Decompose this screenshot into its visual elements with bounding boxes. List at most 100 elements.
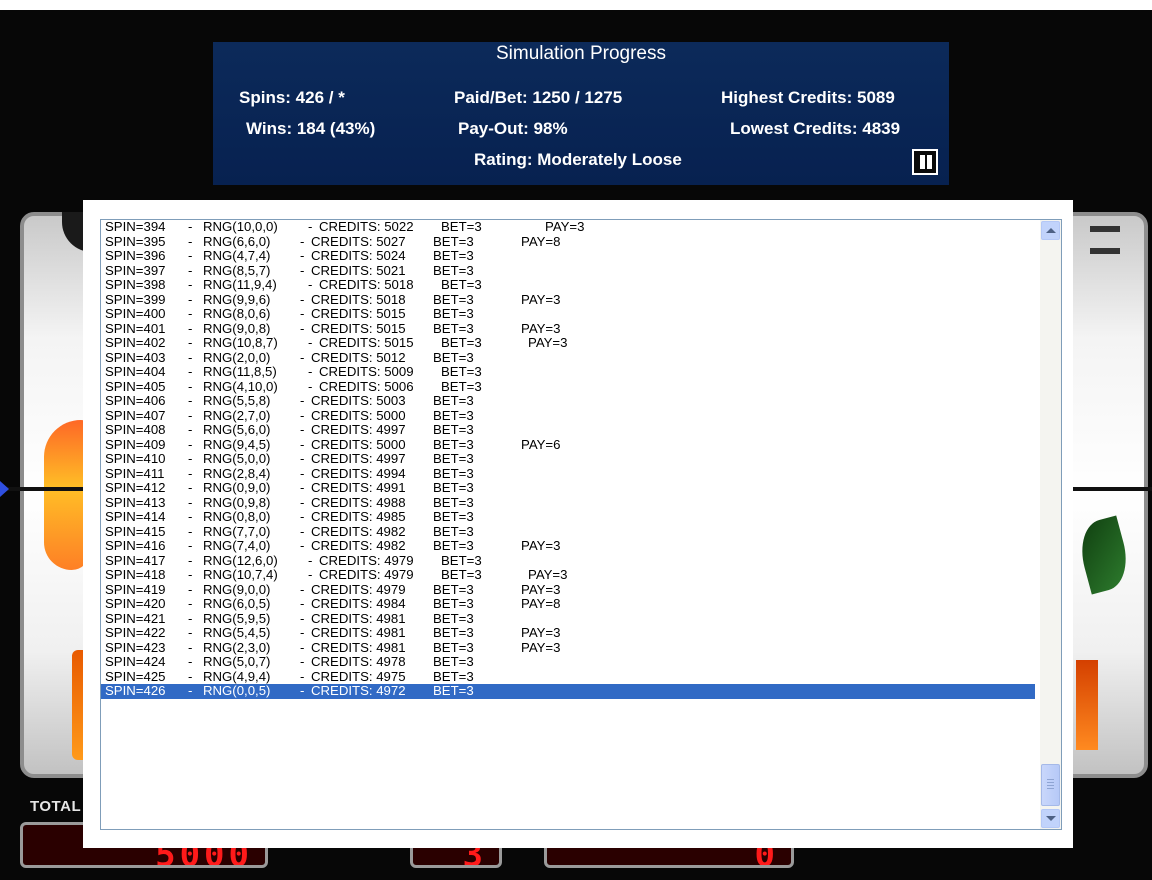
log-pay: PAY=3 bbox=[521, 581, 561, 597]
lowest-credits-stat: Lowest Credits: 4839 bbox=[730, 119, 901, 138]
log-separator: - bbox=[188, 451, 193, 466]
log-credits: CREDITS: 4982 bbox=[311, 523, 406, 539]
log-credits: CREDITS: 4978 bbox=[311, 654, 406, 669]
log-separator: - bbox=[300, 465, 305, 481]
log-rng: RNG(0,8,0) bbox=[203, 509, 271, 524]
spin-log-list[interactable]: SPIN=394- RNG(10,0,0) - CREDITS: 5022 BET=3 P… bbox=[100, 219, 1062, 830]
log-pay: PAY=3 bbox=[521, 291, 561, 307]
log-row[interactable]: SPIN=403- RNG(2,0,0) - CREDITS: 5012 BET=3 bbox=[101, 349, 1035, 366]
payline-arrow-icon bbox=[0, 481, 9, 497]
log-row[interactable]: SPIN=416- RNG(7,4,0) - CREDITS: 4982 BET=3 PA… bbox=[101, 538, 1035, 554]
log-rng: RNG(0,9,0) bbox=[203, 480, 271, 495]
log-separator: - bbox=[300, 581, 305, 597]
log-rng: RNG(10,8,7) bbox=[203, 335, 278, 350]
log-separator: - bbox=[188, 567, 193, 582]
log-bet: BET=3 bbox=[433, 480, 474, 495]
scroll-up-icon[interactable] bbox=[1041, 221, 1060, 240]
log-separator: - bbox=[300, 320, 305, 336]
log-row[interactable]: SPIN=413- RNG(0,9,8) - CREDITS: 4988 BET=3 bbox=[101, 494, 1035, 511]
scroll-down-icon[interactable] bbox=[1041, 809, 1060, 828]
log-row[interactable]: SPIN=398- RNG(11,9,4) - CREDITS: 5018 BET=3 bbox=[101, 277, 1035, 293]
log-spin: SPIN=397 bbox=[105, 262, 166, 278]
log-credits: CREDITS: 5018 bbox=[319, 277, 414, 292]
log-pay: PAY=8 bbox=[521, 596, 561, 611]
log-row[interactable]: SPIN=404- RNG(11,8,5) - CREDITS: 5009 BET=3 bbox=[101, 364, 1035, 380]
log-bet: BET=3 bbox=[433, 610, 474, 626]
log-row[interactable]: SPIN=426- RNG(0,0,5) - CREDITS: 4972 BET=3 bbox=[101, 683, 1035, 699]
log-row[interactable]: SPIN=407- RNG(2,7,0) - CREDITS: 5000 BET=3 bbox=[101, 407, 1035, 424]
log-credits: CREDITS: 5022 bbox=[319, 219, 414, 234]
log-row[interactable]: SPIN=395- RNG(6,6,0) - CREDITS: 5027 BET=3 PA… bbox=[101, 234, 1035, 250]
log-bet: BET=3 bbox=[433, 581, 474, 597]
log-separator: - bbox=[188, 654, 193, 669]
log-row[interactable]: SPIN=424- RNG(5,0,7) - CREDITS: 4978 BET=3 bbox=[101, 654, 1035, 670]
log-spin: SPIN=400 bbox=[105, 306, 166, 321]
log-rng: RNG(2,7,0) bbox=[203, 407, 271, 423]
log-rng: RNG(4,7,4) bbox=[203, 248, 271, 263]
log-row[interactable]: SPIN=396- RNG(4,7,4) - CREDITS: 5024 BET=3 bbox=[101, 248, 1035, 264]
log-row[interactable]: SPIN=418- RNG(10,7,4) - CREDITS: 4979 BET=3 P… bbox=[101, 567, 1035, 583]
log-row[interactable]: SPIN=405- RNG(4,10,0) - CREDITS: 5006 BET=3 bbox=[101, 379, 1035, 395]
log-row[interactable]: SPIN=411- RNG(2,8,4) - CREDITS: 4994 BET=3 bbox=[101, 465, 1035, 482]
log-separator: - bbox=[188, 581, 193, 597]
log-separator: - bbox=[188, 219, 193, 234]
log-rng: RNG(5,9,5) bbox=[203, 610, 271, 626]
bar-symbol-icon bbox=[1076, 660, 1098, 750]
log-separator: - bbox=[300, 596, 305, 611]
log-separator: - bbox=[300, 436, 305, 452]
log-row[interactable]: SPIN=423- RNG(2,3,0) - CREDITS: 4981 BET=3 PA… bbox=[101, 639, 1035, 656]
reel-symbol-top-right bbox=[1090, 226, 1120, 254]
log-rows: SPIN=394- RNG(10,0,0) - CREDITS: 5022 BET=3 P… bbox=[101, 220, 1035, 699]
log-row[interactable]: SPIN=401- RNG(9,0,8) - CREDITS: 5015 BET=3 PA… bbox=[101, 320, 1035, 337]
log-row[interactable]: SPIN=414- RNG(0,8,0) - CREDITS: 4985 BET=3 bbox=[101, 509, 1035, 525]
log-separator: - bbox=[188, 683, 193, 698]
log-separator: - bbox=[300, 683, 305, 698]
log-separator: - bbox=[300, 668, 305, 684]
log-separator: - bbox=[300, 509, 305, 524]
log-rng: RNG(0,0,5) bbox=[203, 683, 271, 698]
log-bet: BET=3 bbox=[441, 277, 482, 292]
log-row[interactable]: SPIN=406- RNG(5,5,8) - CREDITS: 5003 BET=3 bbox=[101, 393, 1035, 409]
log-bet: BET=3 bbox=[441, 335, 482, 350]
log-row[interactable]: SPIN=400- RNG(8,0,6) - CREDITS: 5015 BET=3 bbox=[101, 306, 1035, 322]
log-credits: CREDITS: 5012 bbox=[311, 349, 406, 365]
log-row[interactable]: SPIN=410- RNG(5,0,0) - CREDITS: 4997 BET=3 bbox=[101, 451, 1035, 467]
log-bet: BET=3 bbox=[433, 538, 474, 553]
log-credits: CREDITS: 5009 bbox=[319, 364, 414, 379]
log-row[interactable]: SPIN=422- RNG(5,4,5) - CREDITS: 4981 BET=3 PA… bbox=[101, 625, 1035, 641]
log-separator: - bbox=[300, 538, 305, 553]
log-credits: CREDITS: 4984 bbox=[311, 596, 406, 611]
scroll-thumb[interactable] bbox=[1041, 764, 1060, 806]
log-row[interactable]: SPIN=408- RNG(5,6,0) - CREDITS: 4997 BET=3 bbox=[101, 422, 1035, 438]
log-row[interactable]: SPIN=417- RNG(12,6,0) - CREDITS: 4979 BET=3 bbox=[101, 553, 1035, 569]
log-row[interactable]: SPIN=394- RNG(10,0,0) - CREDITS: 5022 BET=3 P… bbox=[101, 220, 1035, 235]
log-separator: - bbox=[188, 523, 193, 539]
log-row[interactable]: SPIN=402- RNG(10,8,7) - CREDITS: 5015 BET=3 P… bbox=[101, 335, 1035, 351]
log-credits: CREDITS: 4981 bbox=[311, 625, 406, 640]
log-separator: - bbox=[300, 625, 305, 640]
log-row[interactable]: SPIN=412- RNG(0,9,0) - CREDITS: 4991 BET=3 bbox=[101, 480, 1035, 496]
log-row[interactable]: SPIN=397- RNG(8,5,7) - CREDITS: 5021 BET=3 bbox=[101, 262, 1035, 279]
pause-button[interactable] bbox=[912, 149, 938, 175]
log-row[interactable]: SPIN=415- RNG(7,7,0) - CREDITS: 4982 BET=3 bbox=[101, 523, 1035, 540]
log-separator: - bbox=[308, 277, 313, 292]
log-row[interactable]: SPIN=419- RNG(9,0,0) - CREDITS: 4979 BET=3 PA… bbox=[101, 581, 1035, 598]
log-spin: SPIN=394 bbox=[105, 219, 166, 234]
log-row[interactable]: SPIN=409- RNG(9,4,5) - CREDITS: 5000 BET=3 PA… bbox=[101, 436, 1035, 453]
log-bet: BET=3 bbox=[441, 219, 482, 234]
log-row[interactable]: SPIN=421- RNG(5,9,5) - CREDITS: 4981 BET=3 bbox=[101, 610, 1035, 627]
log-row[interactable]: SPIN=399- RNG(9,9,6) - CREDITS: 5018 BET=3 PA… bbox=[101, 291, 1035, 308]
log-credits: CREDITS: 4981 bbox=[311, 639, 406, 655]
log-spin: SPIN=411 bbox=[105, 465, 165, 481]
log-row[interactable]: SPIN=425- RNG(4,9,4) - CREDITS: 4975 BET=3 bbox=[101, 668, 1035, 685]
log-separator: - bbox=[300, 494, 305, 510]
log-bet: BET=3 bbox=[433, 436, 474, 452]
log-bet: BET=3 bbox=[433, 262, 474, 278]
log-credits: CREDITS: 4979 bbox=[319, 567, 414, 582]
rating-stat: Rating: Moderately Loose bbox=[474, 150, 682, 169]
log-separator: - bbox=[300, 654, 305, 669]
log-row[interactable]: SPIN=420- RNG(6,0,5) - CREDITS: 4984 BET=3 PA… bbox=[101, 596, 1035, 612]
log-separator: - bbox=[300, 523, 305, 539]
log-scrollbar[interactable] bbox=[1040, 220, 1061, 829]
log-credits: CREDITS: 5003 bbox=[311, 393, 406, 408]
